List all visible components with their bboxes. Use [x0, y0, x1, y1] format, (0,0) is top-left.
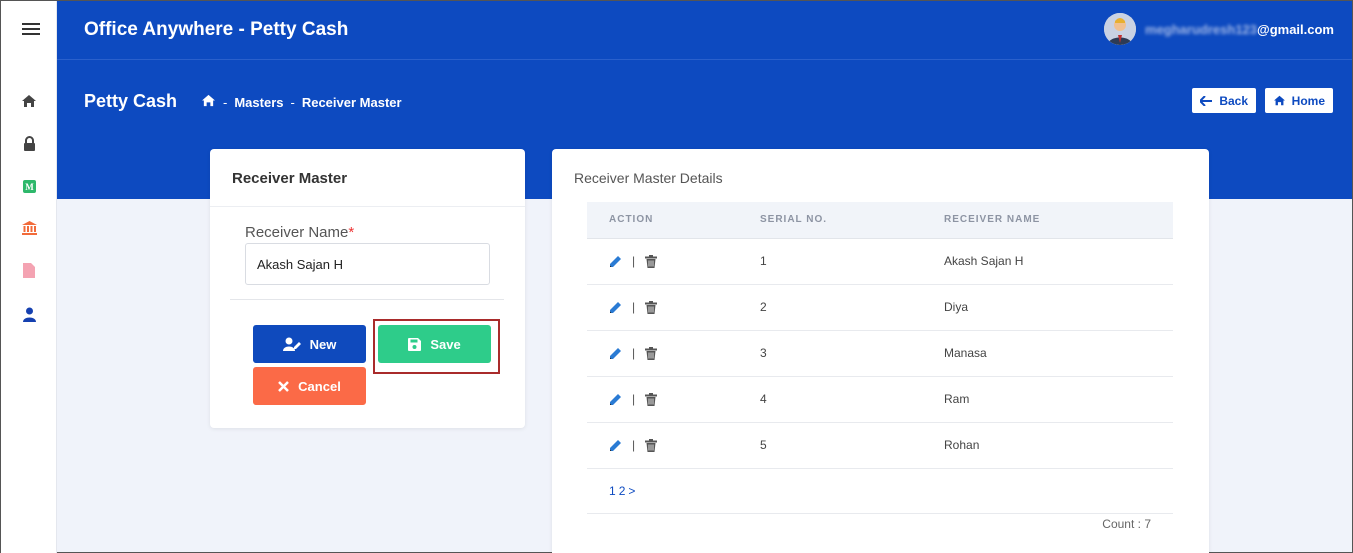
column-header-receiver-name: RECEIVER NAME — [944, 202, 1173, 239]
delete-trash-icon[interactable] — [645, 300, 658, 314]
user-icon[interactable] — [20, 305, 38, 323]
edit-pencil-icon[interactable] — [609, 301, 622, 314]
table-header-row: ACTION SERIAL NO. RECEIVER NAME — [587, 202, 1173, 239]
document-icon[interactable] — [20, 261, 38, 279]
arrow-left-icon — [1200, 95, 1213, 106]
action-separator: | — [632, 392, 636, 406]
column-header-serial: SERIAL NO. — [760, 202, 944, 239]
serial-cell: 1 — [760, 238, 944, 285]
breadcrumb-current: Receiver Master — [301, 94, 402, 110]
delete-trash-icon[interactable] — [645, 392, 658, 406]
bank-icon[interactable] — [20, 219, 38, 237]
close-icon — [278, 380, 290, 392]
page-title: Petty Cash — [84, 91, 178, 111]
save-button[interactable]: Save — [378, 325, 491, 363]
record-count: Count : 7 — [1102, 517, 1151, 531]
row-actions: | — [587, 284, 760, 331]
home-button[interactable]: Home — [1264, 88, 1333, 113]
receiver-name-cell: Akash Sajan H — [944, 238, 1173, 285]
breadcrumb-home-icon[interactable] — [201, 94, 216, 110]
table-row: | 4 Ram — [587, 376, 1173, 423]
divider — [587, 513, 1173, 514]
home-icon — [1273, 95, 1285, 106]
row-actions: | — [587, 330, 760, 377]
breadcrumb-separator: - — [290, 94, 295, 110]
home-icon[interactable] — [20, 92, 38, 110]
action-separator: | — [632, 300, 636, 314]
receiver-name-cell: Manasa — [944, 330, 1173, 377]
back-button[interactable]: Back — [1192, 88, 1256, 113]
receiver-name-cell: Diya — [944, 284, 1173, 331]
serial-cell: 4 — [760, 376, 944, 423]
edit-pencil-icon[interactable] — [609, 347, 622, 360]
breadcrumb: - Masters - Receiver Master — [201, 94, 402, 110]
sidebar: M — [1, 1, 57, 553]
serial-cell: 3 — [760, 330, 944, 377]
user-email-hidden: megharudresh123 — [1145, 21, 1258, 37]
menu-icon[interactable] — [22, 23, 40, 37]
new-button[interactable]: New — [253, 325, 366, 363]
cancel-button[interactable]: Cancel — [253, 367, 366, 405]
table-row: | 5 Rohan — [587, 422, 1173, 469]
serial-cell: 2 — [760, 284, 944, 331]
breadcrumb-separator: - — [223, 94, 228, 110]
receiver-name-label: Receiver Name* — [245, 224, 355, 241]
action-separator: | — [632, 254, 636, 268]
serial-cell: 5 — [760, 422, 944, 469]
row-actions: | — [587, 238, 760, 285]
column-header-action: ACTION — [587, 202, 760, 239]
user-email-domain: @gmail.com — [1257, 21, 1334, 37]
save-label: Save — [430, 336, 461, 352]
receiver-name-input[interactable] — [245, 243, 490, 285]
edit-pencil-icon[interactable] — [609, 439, 622, 452]
action-separator: | — [632, 346, 636, 360]
edit-pencil-icon[interactable] — [609, 393, 622, 406]
new-label: New — [309, 336, 337, 352]
table-row: | 3 Manasa — [587, 330, 1173, 377]
receiver-name-cell: Rohan — [944, 422, 1173, 469]
avatar — [1104, 13, 1137, 45]
receiver-name-cell: Ram — [944, 376, 1173, 423]
floppy-disk-icon — [408, 337, 422, 351]
svg-text:M: M — [25, 182, 34, 192]
page-next[interactable]: > — [628, 484, 635, 498]
user-menu[interactable]: megharudresh123 @gmail.com — [1104, 13, 1334, 45]
receiver-form-card: Receiver Master Receiver Name* New Save … — [210, 149, 525, 428]
edit-pencil-icon[interactable] — [609, 255, 622, 268]
cancel-label: Cancel — [298, 378, 341, 394]
details-title: Receiver Master Details — [574, 170, 723, 186]
form-title: Receiver Master — [210, 149, 525, 207]
receiver-details-card: Receiver Master Details ACTION SERIAL NO… — [552, 149, 1209, 553]
pagination: 1 2 > — [609, 484, 638, 498]
page-link-1[interactable]: 1 — [609, 484, 616, 498]
table-row: | 1 Akash Sajan H — [587, 238, 1173, 285]
home-label: Home — [1291, 93, 1325, 108]
row-actions: | — [587, 422, 760, 469]
receiver-table: ACTION SERIAL NO. RECEIVER NAME | 1 Akash … — [587, 202, 1173, 469]
delete-trash-icon[interactable] — [645, 254, 658, 268]
required-mark: * — [348, 224, 355, 241]
delete-trash-icon[interactable] — [645, 438, 658, 452]
page-link-2[interactable]: 2 — [619, 484, 626, 498]
app-title: Office Anywhere - Petty Cash — [84, 19, 349, 40]
action-separator: | — [632, 438, 636, 452]
divider — [230, 299, 504, 300]
back-label: Back — [1219, 93, 1248, 108]
breadcrumb-masters[interactable]: Masters — [234, 95, 283, 110]
top-bar: Office Anywhere - Petty Cash megharudres… — [57, 1, 1352, 59]
table-row: | 2 Diya — [587, 284, 1173, 331]
row-actions: | — [587, 376, 760, 423]
delete-trash-icon[interactable] — [645, 346, 658, 360]
masters-icon[interactable]: M — [20, 177, 38, 195]
add-user-icon — [282, 337, 301, 351]
lock-icon[interactable] — [20, 134, 38, 152]
